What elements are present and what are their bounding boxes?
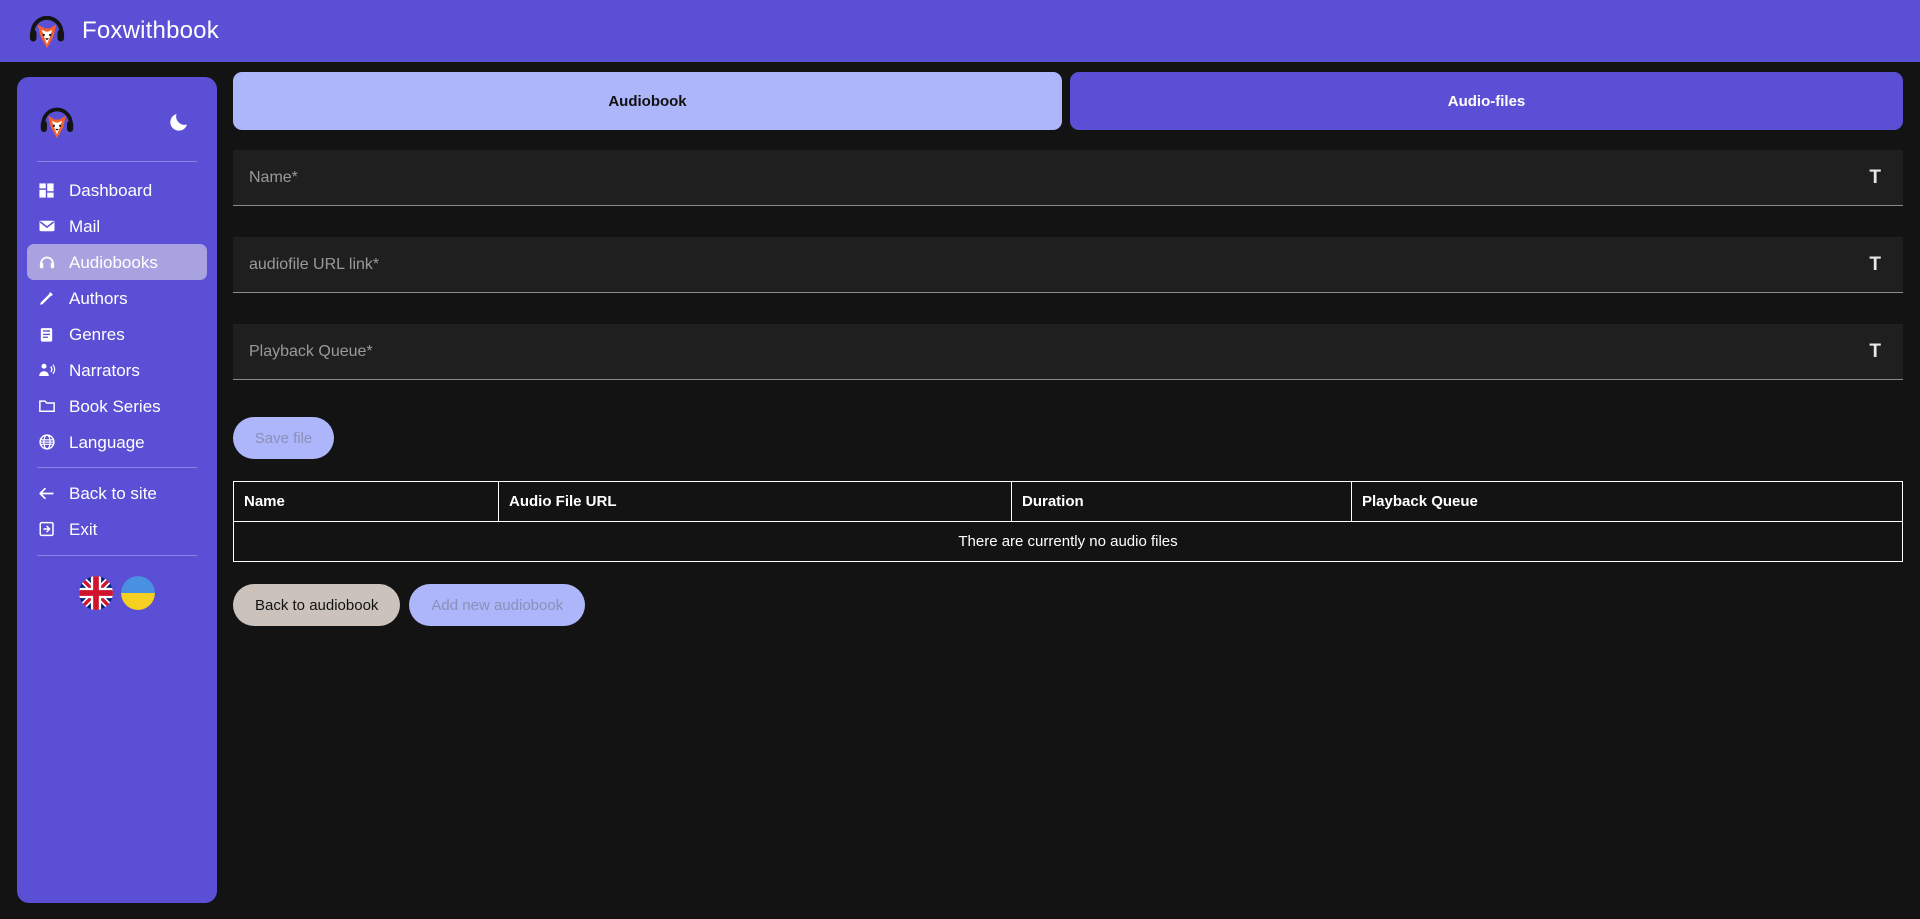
table-empty-row: There are currently no audio files bbox=[233, 521, 1903, 562]
save-file-button[interactable]: Save file bbox=[233, 417, 334, 459]
audio-files-table: Name Audio File URL Duration Playback Qu… bbox=[233, 481, 1903, 562]
text-format-icon[interactable]: T bbox=[1865, 341, 1885, 363]
audiofile-url-input[interactable] bbox=[249, 255, 1866, 274]
tab-bar: Audiobook Audio-files bbox=[233, 72, 1903, 130]
column-header-playback-queue: Playback Queue bbox=[1351, 481, 1903, 522]
headphones-icon bbox=[37, 253, 56, 272]
table-header-row: Name Audio File URL Duration Playback Qu… bbox=[233, 481, 1903, 522]
sidebar-item-exit[interactable]: Exit bbox=[27, 511, 207, 547]
field-playback-queue: T bbox=[233, 324, 1903, 380]
tab-audiobook[interactable]: Audiobook bbox=[233, 72, 1062, 130]
globe-icon bbox=[37, 433, 56, 452]
playback-queue-input[interactable] bbox=[249, 342, 1866, 361]
sidebar-divider-top bbox=[37, 161, 197, 162]
mail-icon bbox=[37, 217, 56, 236]
flag-uk-icon[interactable] bbox=[79, 576, 113, 610]
arrow-left-icon bbox=[37, 484, 56, 503]
sidebar-item-language[interactable]: Language bbox=[27, 424, 207, 460]
sidebar-item-label: Back to site bbox=[69, 483, 157, 503]
sidebar-header bbox=[17, 91, 217, 153]
back-to-audiobook-button[interactable]: Back to audiobook bbox=[233, 584, 401, 626]
app-header: Foxwithbook bbox=[0, 0, 1920, 62]
field-audiofile-url: T bbox=[233, 237, 1903, 293]
sidebar-item-narrators[interactable]: Narrators bbox=[27, 352, 207, 388]
moon-icon bbox=[170, 114, 187, 131]
column-header-name: Name bbox=[233, 481, 499, 522]
sidebar-divider-mid bbox=[37, 467, 197, 468]
sidebar-item-label: Authors bbox=[69, 288, 128, 308]
text-format-icon[interactable]: T bbox=[1865, 254, 1885, 276]
sidebar-item-label: Audiobooks bbox=[69, 252, 158, 272]
fox-headphones-logo-icon bbox=[29, 15, 65, 49]
flag-ukraine-icon[interactable] bbox=[121, 576, 155, 610]
sidebar: Dashboard Mail Audiobooks Authors Genres bbox=[17, 77, 217, 903]
sidebar-item-authors[interactable]: Authors bbox=[27, 280, 207, 316]
fox-headphones-logo-icon bbox=[40, 107, 74, 139]
dashboard-icon bbox=[37, 181, 56, 200]
sidebar-item-audiobooks[interactable]: Audiobooks bbox=[27, 244, 207, 280]
exit-icon bbox=[37, 520, 56, 539]
pencil-icon bbox=[37, 289, 56, 308]
name-input[interactable] bbox=[249, 168, 1866, 187]
tab-audio-files[interactable]: Audio-files bbox=[1070, 72, 1903, 130]
empty-state-message: There are currently no audio files bbox=[233, 521, 1903, 562]
sidebar-divider-bottom bbox=[37, 555, 197, 556]
sidebar-item-mail[interactable]: Mail bbox=[27, 208, 207, 244]
sidebar-item-back-to-site[interactable]: Back to site bbox=[27, 475, 207, 511]
main-content: Audiobook Audio-files T T T Save file Na… bbox=[233, 72, 1903, 626]
field-name: T bbox=[233, 150, 1903, 206]
column-header-duration: Duration bbox=[1011, 481, 1352, 522]
sidebar-item-label: Genres bbox=[69, 324, 125, 344]
sidebar-item-label: Mail bbox=[69, 216, 101, 236]
sidebar-item-label: Exit bbox=[69, 519, 98, 539]
sidebar-item-label: Dashboard bbox=[69, 180, 153, 200]
sidebar-item-dashboard[interactable]: Dashboard bbox=[27, 172, 207, 208]
brand-title: Foxwithbook bbox=[82, 17, 219, 44]
add-new-audiobook-button[interactable]: Add new audiobook bbox=[409, 584, 586, 626]
column-header-audio-file-url: Audio File URL bbox=[498, 481, 1012, 522]
sidebar-item-label: Narrators bbox=[69, 360, 140, 380]
sidebar-item-label: Book Series bbox=[69, 396, 161, 416]
text-format-icon[interactable]: T bbox=[1865, 167, 1885, 189]
bottom-action-bar: Back to audiobook Add new audiobook bbox=[233, 584, 1903, 626]
theme-toggle-button[interactable] bbox=[163, 106, 195, 138]
clipboard-icon bbox=[37, 325, 56, 344]
sidebar-item-book-series[interactable]: Book Series bbox=[27, 388, 207, 424]
sidebar-nav: Dashboard Mail Audiobooks Authors Genres bbox=[17, 172, 217, 610]
person-voice-icon bbox=[37, 361, 56, 380]
sidebar-item-genres[interactable]: Genres bbox=[27, 316, 207, 352]
language-flags bbox=[27, 576, 207, 610]
folder-icon bbox=[37, 397, 56, 416]
sidebar-item-label: Language bbox=[69, 432, 145, 452]
